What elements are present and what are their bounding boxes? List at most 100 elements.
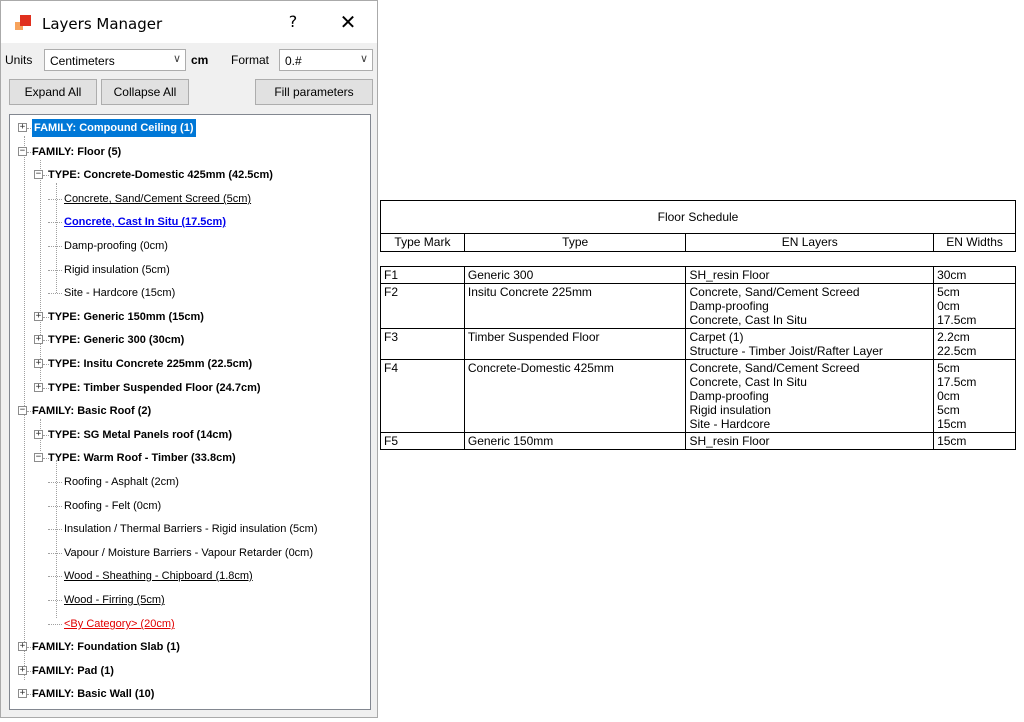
tree-connector: [48, 576, 62, 577]
layer-width: 17.5cm: [937, 375, 977, 389]
column-header-type: Type: [463, 233, 687, 252]
tree-guide-line: [56, 460, 57, 618]
schedule-body: F1 Generic 300 SH_resin Floor 30cm F2 Insitu …: [380, 266, 1016, 450]
cell-en-layers: Concrete, Sand/Cement Screed Concrete, Ca…: [685, 359, 935, 433]
layer-name: Concrete, Cast In Situ: [689, 375, 807, 389]
expand-plus-icon[interactable]: +: [34, 312, 43, 321]
expand-plus-icon[interactable]: +: [34, 383, 43, 392]
app-logo-icon: [15, 15, 33, 31]
layer-width: 22.5cm: [937, 344, 977, 358]
tree-connector: [48, 270, 62, 271]
column-header-type-mark: Type Mark: [380, 233, 465, 252]
floor-schedule: Floor Schedule Type Mark Type EN Layers …: [380, 200, 1016, 490]
expand-plus-icon[interactable]: +: [18, 123, 27, 132]
tree-family-node[interactable]: FAMILY: Compound Ceiling (1): [32, 119, 196, 137]
cell-type-mark: F1: [380, 266, 465, 284]
layer-name: Concrete, Sand/Cement Screed: [689, 285, 860, 299]
layers-tree[interactable]: + FAMILY: Compound Ceiling (1) − FAMILY: Fl…: [9, 114, 371, 710]
tree-family-node[interactable]: FAMILY: Foundation Slab (1): [32, 638, 180, 656]
cell-type-mark: F4: [380, 359, 465, 433]
tree-type-node[interactable]: TYPE: SG Metal Panels roof (14cm): [48, 426, 232, 444]
cell-type: Concrete-Domestic 425mm: [463, 359, 687, 433]
layer-width: 15cm: [937, 434, 967, 448]
header-spacer: [380, 251, 1016, 267]
units-label: Units: [5, 53, 33, 67]
tree-type-node[interactable]: TYPE: Warm Roof - Timber (33.8cm): [48, 449, 236, 467]
tree-layer-node[interactable]: Concrete, Cast In Situ (17.5cm): [64, 213, 226, 231]
schedule-title: Floor Schedule: [380, 200, 1016, 234]
tree-layer-node[interactable]: Roofing - Asphalt (2cm): [64, 473, 179, 491]
chevron-down-icon: ∨: [172, 53, 181, 65]
cell-en-widths: 2.2cm 22.5cm: [933, 328, 1016, 360]
window-title: Layers Manager: [42, 15, 163, 33]
tree-type-node[interactable]: TYPE: Insitu Concrete 225mm (22.5cm): [48, 355, 252, 373]
units-selected-value: Centimeters: [50, 54, 115, 68]
layer-width: 5cm: [937, 361, 960, 375]
tree-layer-node[interactable]: <By Category> (20cm): [64, 615, 175, 633]
layer-width: 5cm: [937, 403, 960, 417]
format-selected-value: 0.#: [285, 54, 302, 68]
help-button[interactable]: ?: [283, 12, 303, 34]
tree-layer-node[interactable]: Wood - Sheathing - Chipboard (1.8cm): [64, 567, 253, 585]
expand-all-button[interactable]: Expand All: [9, 79, 97, 105]
tree-connector: [48, 222, 62, 223]
layer-name: SH_resin Floor: [689, 268, 770, 282]
layer-width: 0cm: [937, 299, 960, 313]
tree-connector: [48, 482, 62, 483]
fill-parameters-button[interactable]: Fill parameters: [255, 79, 373, 105]
tree-layer-node[interactable]: Vapour / Moisture Barriers - Vapour Reta…: [64, 544, 313, 562]
layer-width: 2.2cm: [937, 330, 970, 344]
expand-plus-icon[interactable]: +: [34, 335, 43, 344]
tree-layer-node[interactable]: Insulation / Thermal Barriers - Rigid in…: [64, 520, 318, 538]
cell-type: Generic 150mm: [463, 432, 687, 450]
tree-connector: [48, 624, 62, 625]
tree-layer-node[interactable]: Site - Hardcore (15cm): [64, 284, 175, 302]
cell-type: Timber Suspended Floor: [463, 328, 687, 360]
schedule-row: F1 Generic 300 SH_resin Floor 30cm: [380, 266, 1016, 284]
title-bar[interactable]: Layers Manager ? ✕: [1, 1, 377, 43]
tree-family-node[interactable]: FAMILY: Basic Wall (10): [32, 685, 154, 703]
cell-type-mark: F3: [380, 328, 465, 360]
tree-layer-node[interactable]: Wood - Firring (5cm): [64, 591, 165, 609]
cell-en-layers: SH_resin Floor: [685, 432, 935, 450]
layer-width: 15cm: [937, 417, 967, 431]
tree-connector: [48, 293, 62, 294]
tree-family-node[interactable]: FAMILY: Basic Roof (2): [32, 402, 151, 420]
cell-en-layers: Carpet (1) Structure - Timber Joist/Rafte…: [685, 328, 935, 360]
layer-name: Concrete, Cast In Situ: [689, 313, 807, 327]
schedule-table: Floor Schedule Type Mark Type EN Layers …: [380, 200, 1016, 450]
expand-plus-icon[interactable]: +: [18, 689, 27, 698]
expand-plus-icon[interactable]: +: [18, 642, 27, 651]
format-dropdown[interactable]: 0.# ∨: [279, 49, 373, 71]
tree-layer-node[interactable]: Roofing - Felt (0cm): [64, 497, 161, 515]
tree-family-node[interactable]: FAMILY: Floor (5): [32, 143, 121, 161]
schedule-row: F5 Generic 150mm SH_resin Floor 15cm: [380, 432, 1016, 450]
cell-en-widths: 15cm: [933, 432, 1016, 450]
schedule-row: F3 Timber Suspended Floor Carpet (1) Struct…: [380, 328, 1016, 360]
tree-guide-line: [40, 160, 41, 381]
tree-type-node[interactable]: TYPE: Timber Suspended Floor (24.7cm): [48, 379, 261, 397]
collapse-minus-icon[interactable]: −: [18, 147, 27, 156]
collapse-minus-icon[interactable]: −: [34, 453, 43, 462]
tree-connector: [48, 199, 62, 200]
expand-plus-icon[interactable]: +: [34, 430, 43, 439]
collapse-minus-icon[interactable]: −: [34, 170, 43, 179]
expand-plus-icon[interactable]: +: [34, 359, 43, 368]
close-button[interactable]: ✕: [335, 10, 361, 36]
tree-layer-node[interactable]: Concrete, Sand/Cement Screed (5cm): [64, 190, 251, 208]
format-label: Format: [231, 53, 270, 67]
tree-connector: [48, 506, 62, 507]
collapse-minus-icon[interactable]: −: [18, 406, 27, 415]
tree-type-node[interactable]: TYPE: Concrete-Domestic 425mm (42.5cm): [48, 166, 273, 184]
layer-name: SH_resin Floor: [689, 434, 770, 448]
tree-type-node[interactable]: TYPE: Generic 300 (30cm): [48, 331, 184, 349]
layer-name: Concrete, Sand/Cement Screed: [689, 361, 860, 375]
tree-layer-node[interactable]: Damp-proofing (0cm): [64, 237, 168, 255]
tree-connector: [48, 553, 62, 554]
tree-type-node[interactable]: TYPE: Generic 150mm (15cm): [48, 308, 204, 326]
tree-layer-node[interactable]: Rigid insulation (5cm): [64, 261, 170, 279]
expand-plus-icon[interactable]: +: [18, 666, 27, 675]
collapse-all-button[interactable]: Collapse All: [101, 79, 189, 105]
tree-family-node[interactable]: FAMILY: Pad (1): [32, 662, 114, 680]
units-dropdown[interactable]: Centimeters ∨: [44, 49, 186, 71]
